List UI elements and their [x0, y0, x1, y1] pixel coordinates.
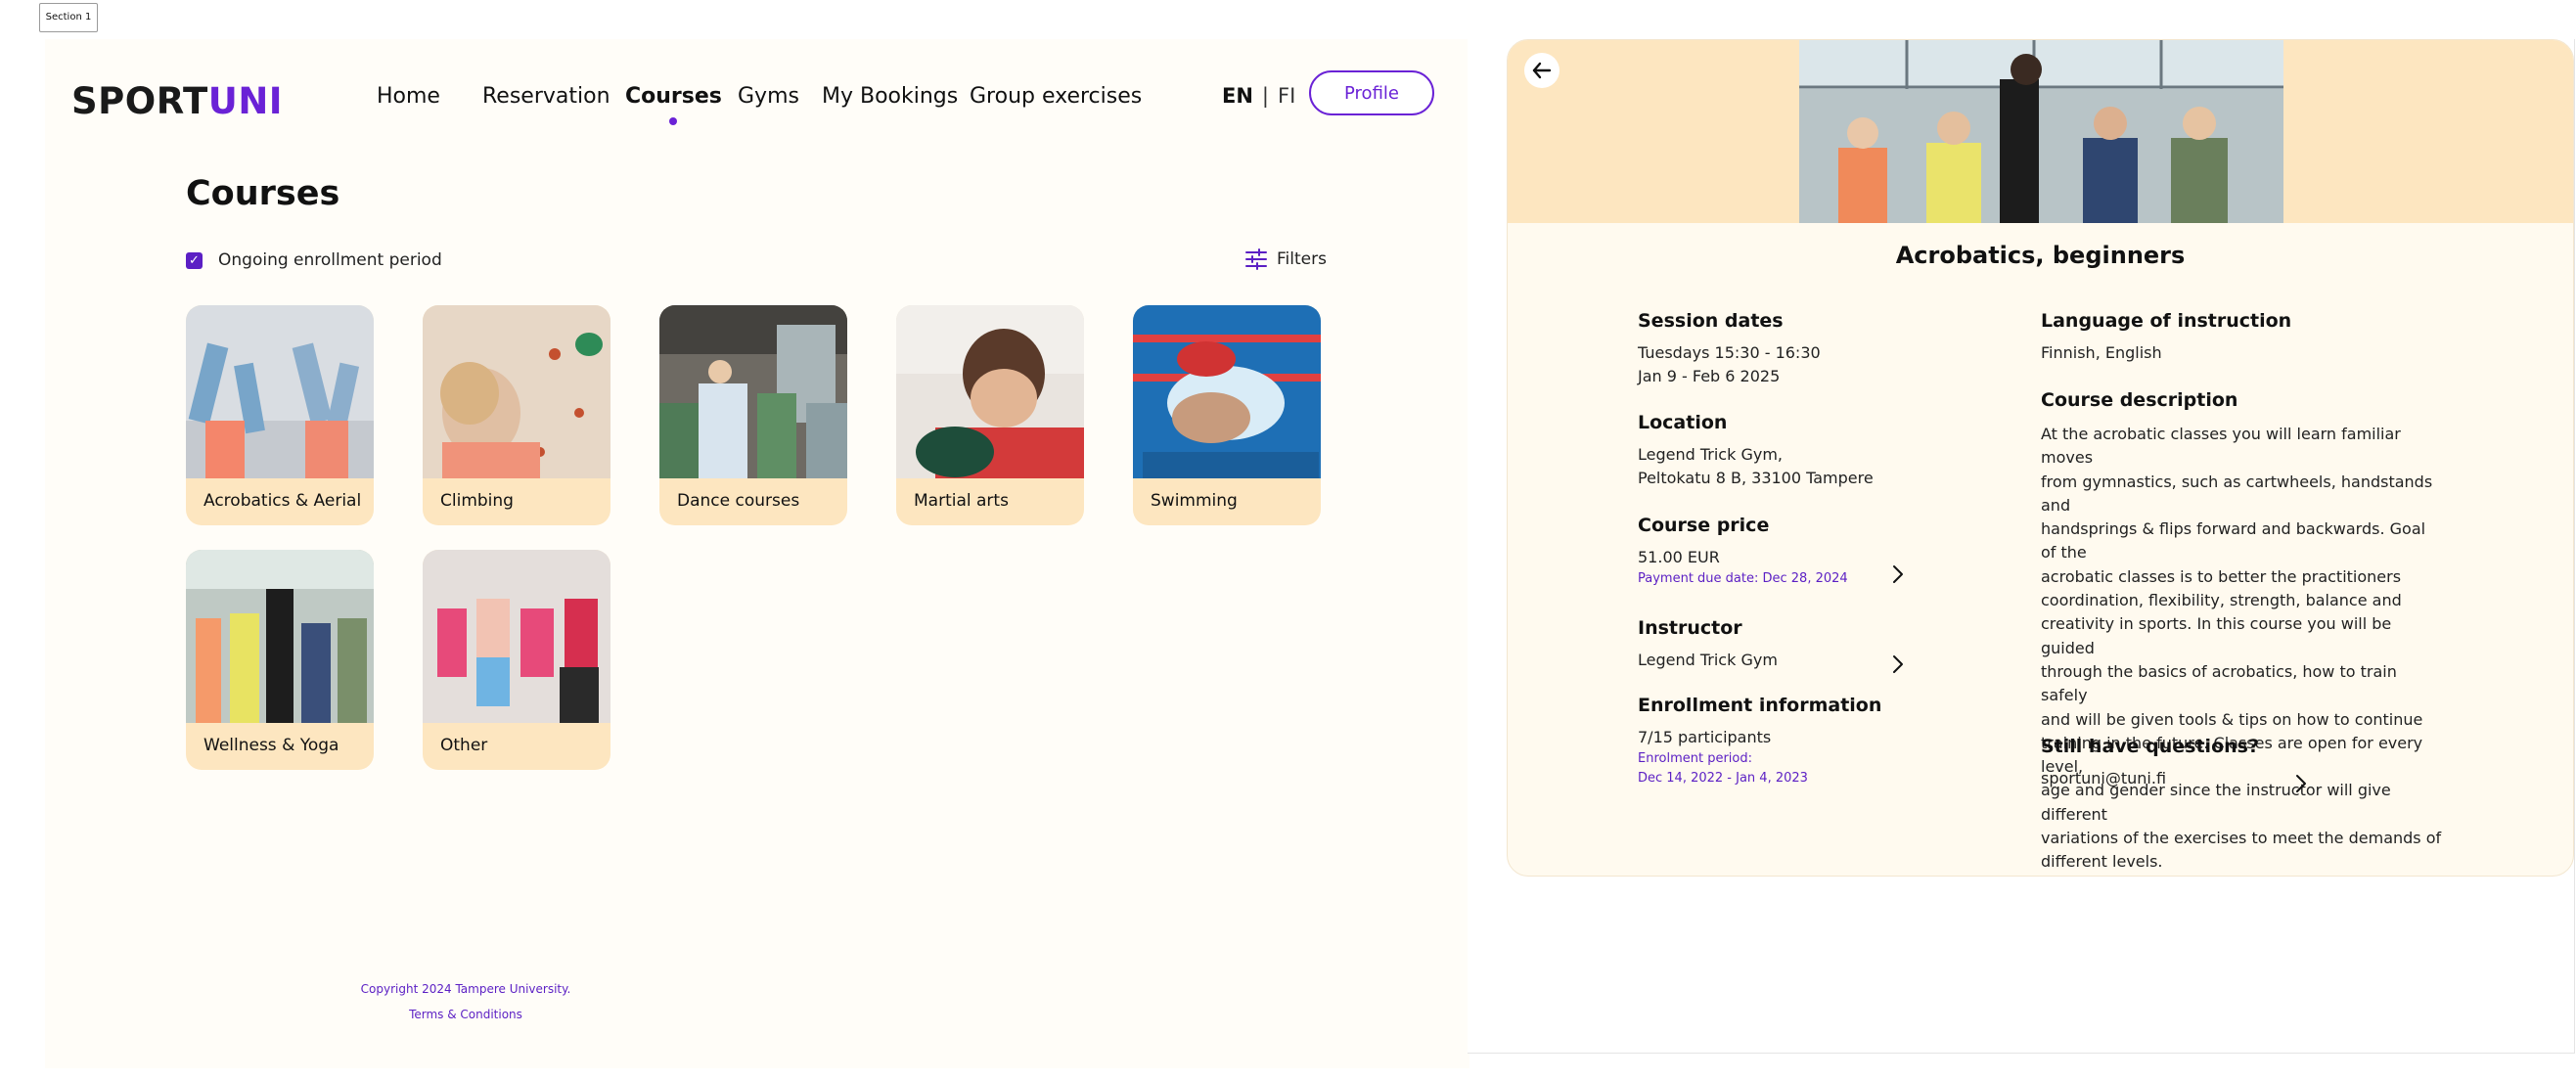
chevron-right-icon[interactable] — [1891, 653, 1905, 675]
arrow-left-icon — [1532, 62, 1552, 79]
courses-page: SPORTUNI Home Reservation Courses Gyms M… — [45, 39, 1469, 1068]
payment-due-date: Payment due date: Dec 28, 2024 — [1638, 571, 1848, 586]
category-card-other[interactable]: Other — [423, 550, 610, 770]
category-card-climbing[interactable]: Climbing — [423, 305, 610, 525]
back-button[interactable] — [1524, 53, 1559, 88]
description-section: Course description At the acrobatic clas… — [2041, 389, 2442, 875]
category-card-swimming[interactable]: Swimming — [1133, 305, 1321, 525]
nav-courses[interactable]: Courses — [625, 84, 722, 125]
category-label: Martial arts — [914, 491, 1009, 511]
sportuni-logo[interactable]: SPORTUNI — [71, 80, 283, 122]
category-label: Wellness & Yoga — [203, 736, 339, 755]
questions-section: Still have questions? sportuni@tuni.fi — [2041, 736, 2259, 790]
enrollment-filter[interactable]: ✓ Ongoing enrollment period — [186, 250, 442, 270]
nav-gyms[interactable]: Gyms — [738, 84, 799, 109]
chevron-right-icon[interactable] — [1891, 563, 1905, 585]
location-line1: Legend Trick Gym, — [1638, 445, 1783, 464]
check-icon[interactable]: ✓ — [186, 251, 203, 269]
session-dates-heading: Session dates — [1638, 310, 1784, 332]
description-line: from gymnastics, such as cartwheels, han… — [2041, 472, 2433, 515]
nav-home[interactable]: Home — [377, 84, 440, 109]
language-switcher: EN | FI — [1222, 84, 1295, 108]
nav-reservation[interactable]: Reservation — [482, 84, 610, 109]
category-label: Climbing — [440, 491, 514, 511]
category-label: Swimming — [1151, 491, 1238, 511]
description-line: through the basics of acrobatics, how to… — [2041, 661, 2397, 705]
category-card-acrobatics[interactable]: Acrobatics & Aerial — [186, 305, 374, 525]
enrollment-participants: 7/15 participants — [1638, 728, 1772, 746]
climbing-photo — [423, 305, 610, 478]
lang-fi[interactable]: FI — [1278, 84, 1295, 108]
section-tag: Section 1 — [39, 3, 98, 32]
martial-arts-photo — [896, 305, 1084, 478]
session-time: Tuesdays 15:30 - 16:30 — [1638, 343, 1821, 362]
logo-part-sport: SPORT — [71, 80, 208, 122]
session-dates-section: Session dates Tuesdays 15:30 - 16:30 Jan… — [1638, 310, 1821, 388]
language-heading: Language of instruction — [2041, 310, 2292, 332]
course-price-heading: Course price — [1638, 515, 1770, 536]
course-price-section: Course price 51.00 EUR Payment due date:… — [1638, 515, 1848, 589]
filters-label: Filters — [1277, 249, 1327, 269]
description-heading: Course description — [2041, 389, 2238, 411]
session-dates: Jan 9 - Feb 6 2025 — [1638, 367, 1781, 385]
location-heading: Location — [1638, 412, 1728, 433]
description-line: coordination, flexibility, strength, bal… — [2041, 591, 2402, 610]
enrollment-period-label: Enrolment period: — [1638, 751, 1752, 766]
description-line: variations of the exercises to meet the … — [2041, 829, 2442, 848]
other-photo — [423, 550, 610, 723]
profile-button[interactable]: Profile — [1309, 70, 1434, 115]
description-line: At the acrobatic classes you will learn … — [2041, 425, 2401, 468]
acrobatics-photo — [186, 305, 374, 478]
filters-button[interactable]: Filters — [1245, 248, 1327, 270]
sliders-icon — [1245, 248, 1267, 270]
logo-part-uni: UNI — [207, 80, 284, 122]
enrollment-heading: Enrollment information — [1638, 695, 1882, 716]
description-line: handsprings & flips forward and backward… — [2041, 519, 2426, 562]
category-card-wellness-yoga[interactable]: Wellness & Yoga — [186, 550, 374, 770]
instructor-heading: Instructor — [1638, 617, 1742, 639]
course-price-amount: 51.00 EUR — [1638, 548, 1720, 566]
category-label: Acrobatics & Aerial — [203, 491, 362, 511]
description-line: creativity in sports. In this course you… — [2041, 614, 2392, 657]
description-line: different levels. — [2041, 852, 2163, 872]
description-line: acrobatic classes is to better the pract… — [2041, 566, 2402, 586]
nav-my-bookings[interactable]: My Bookings — [822, 84, 958, 109]
location-section: Location Legend Trick Gym, Peltokatu 8 B… — [1638, 412, 1874, 490]
language-section: Language of instruction Finnish, English — [2041, 310, 2291, 365]
chevron-right-icon[interactable] — [2294, 773, 2308, 794]
swimming-photo — [1133, 305, 1321, 478]
enrollment-filter-label: Ongoing enrollment period — [218, 250, 442, 270]
lang-separator: | — [1261, 84, 1269, 108]
enrollment-section: Enrollment information 7/15 participants… — [1638, 695, 1881, 788]
footer-copyright: Copyright 2024 Tampere University. — [360, 982, 571, 996]
instructor-name: Legend Trick Gym — [1638, 651, 1778, 669]
dance-photo — [659, 305, 847, 478]
category-label: Dance courses — [677, 491, 800, 511]
instructor-section: Instructor Legend Trick Gym — [1638, 617, 1778, 672]
wellness-yoga-photo — [186, 550, 374, 723]
course-title: Acrobatics, beginners — [1895, 242, 2186, 269]
category-card-martial-arts[interactable]: Martial arts — [896, 305, 1084, 525]
location-line2: Peltokatu 8 B, 33100 Tampere — [1638, 469, 1874, 487]
nav-group-exercises[interactable]: Group exercises — [970, 84, 1142, 109]
language-value: Finnish, English — [2041, 343, 2162, 362]
lang-en[interactable]: EN — [1222, 84, 1253, 108]
questions-heading: Still have questions? — [2041, 736, 2259, 757]
category-label: Other — [440, 736, 488, 755]
description-text: At the acrobatic classes you will learn … — [2041, 423, 2442, 875]
page-title: Courses — [186, 174, 340, 213]
category-card-dance[interactable]: Dance courses — [659, 305, 847, 525]
course-detail-card: Acrobatics, beginners Session dates Tues… — [1507, 39, 2574, 877]
footer-terms-link[interactable]: Terms & Conditions — [45, 1008, 886, 1021]
course-hero-photo — [1799, 40, 2283, 223]
description-line: and will be given tools & tips on how to… — [2041, 709, 2423, 729]
enrollment-period: Dec 14, 2022 - Jan 4, 2023 — [1638, 771, 1808, 786]
contact-email[interactable]: sportuni@tuni.fi — [2041, 767, 2259, 790]
